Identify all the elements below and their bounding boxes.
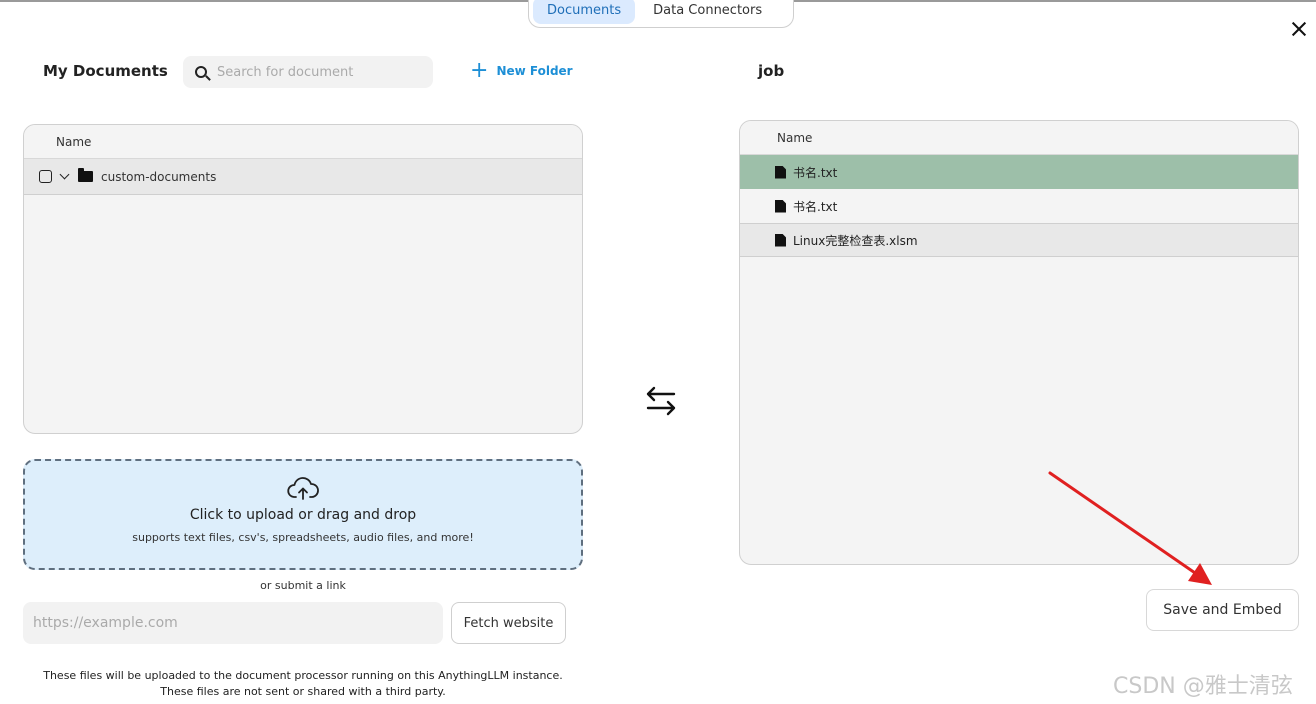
new-folder-label: New Folder xyxy=(496,64,573,78)
tab-documents[interactable]: Documents xyxy=(533,0,636,24)
name-column-header: Name xyxy=(24,125,582,159)
checkbox-icon[interactable] xyxy=(39,170,52,183)
swap-arrows-icon[interactable] xyxy=(644,384,678,418)
upload-footnote: These files will be uploaded to the docu… xyxy=(23,668,583,700)
workspace-title: job xyxy=(758,62,785,80)
footnote-line-1: These files will be uploaded to the docu… xyxy=(43,669,563,682)
file-row[interactable]: Linux完整检查表.xlsm xyxy=(740,223,1298,257)
save-and-embed-button[interactable]: Save and Embed xyxy=(1146,589,1299,631)
file-name: 书名.txt xyxy=(793,199,838,214)
my-documents-panel: Name custom-documents xyxy=(23,124,583,434)
tab-bar: Documents Data Connectors xyxy=(528,0,794,28)
upload-subtitle: supports text files, csv's, spreadsheets… xyxy=(132,531,474,544)
search-box xyxy=(183,56,433,88)
folder-icon xyxy=(78,168,93,182)
document-manager-modal: Documents Data Connectors My Documents +… xyxy=(0,0,1316,704)
new-folder-button[interactable]: + New Folder xyxy=(470,58,573,83)
search-icon xyxy=(195,66,207,78)
plus-icon: + xyxy=(470,58,489,83)
file-row[interactable]: 书名.txt xyxy=(740,189,1298,223)
fetch-website-button[interactable]: Fetch website xyxy=(451,602,566,644)
file-row[interactable]: 书名.txt xyxy=(740,155,1298,189)
file-icon xyxy=(775,165,786,179)
search-input[interactable] xyxy=(217,64,417,80)
file-icon xyxy=(775,233,786,247)
url-input[interactable] xyxy=(23,602,443,644)
annotation-arrow xyxy=(1048,471,1212,585)
upload-title: Click to upload or drag and drop xyxy=(189,507,417,523)
chevron-down-icon[interactable] xyxy=(59,169,70,180)
or-submit-link-text: or submit a link xyxy=(260,579,346,592)
watermark: CSDN @雅士清弦 xyxy=(1113,674,1293,699)
file-name: Linux完整检查表.xlsm xyxy=(793,233,918,248)
cloud-upload-icon xyxy=(287,477,319,500)
file-icon xyxy=(775,199,786,213)
file-name: 书名.txt xyxy=(793,165,838,180)
close-icon[interactable] xyxy=(1288,18,1310,40)
folder-name: custom-documents xyxy=(101,169,217,184)
name-column-header: Name xyxy=(740,121,1298,155)
upload-dropzone[interactable]: Click to upload or drag and drop support… xyxy=(23,459,583,570)
my-documents-title: My Documents xyxy=(43,62,168,80)
footnote-line-2: These files are not sent or shared with … xyxy=(160,685,446,698)
folder-row[interactable]: custom-documents xyxy=(24,159,582,195)
tab-data-connectors[interactable]: Data Connectors xyxy=(639,0,776,24)
